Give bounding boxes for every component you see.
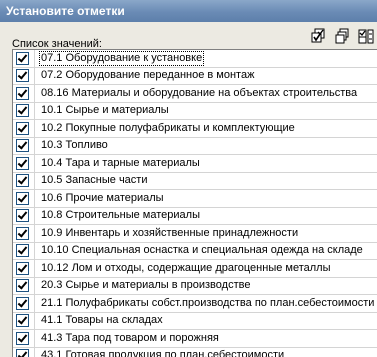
check-all-button[interactable] — [309, 27, 327, 45]
item-checkbox[interactable] — [16, 226, 29, 240]
list-item[interactable]: 07.2 Оборудование переданное в монтаж — [13, 67, 377, 85]
item-label: 10.6 Прочие материалы — [41, 191, 164, 204]
item-checkbox[interactable] — [16, 296, 29, 310]
item-checkbox[interactable] — [16, 244, 29, 258]
item-checkbox[interactable] — [16, 314, 29, 328]
column-divider — [34, 85, 35, 102]
uncheck-all-button[interactable] — [333, 27, 351, 45]
list-item[interactable]: 10.12 Лом и отходы, содержащие драгоценн… — [13, 260, 377, 278]
list-item[interactable]: 07.1 Оборудование к установке — [13, 50, 377, 68]
list-item[interactable]: 41.1 Товары на складах — [13, 312, 377, 330]
list-item[interactable]: 08.16 Материалы и оборудование на объект… — [13, 85, 377, 103]
item-checkbox[interactable] — [16, 191, 29, 205]
item-label: 10.4 Тара и тарные материалы — [41, 156, 200, 169]
invert-selection-icon — [358, 29, 374, 44]
item-label: 07.1 Оборудование к установке — [39, 50, 205, 66]
list-item[interactable]: 43.1 Готовая продукция по план.себестоим… — [13, 347, 377, 357]
column-divider — [34, 295, 35, 312]
item-label: 10.3 Топливо — [41, 139, 108, 152]
item-label: 10.2 Покупные полуфабрикаты и комплектую… — [41, 121, 295, 134]
list-item[interactable]: 10.9 Инвентарь и хозяйственные принадлеж… — [13, 225, 377, 243]
column-divider — [34, 312, 35, 329]
column-divider — [34, 50, 35, 67]
column-divider — [34, 190, 35, 207]
item-label: 10.8 Строительные материалы — [41, 209, 200, 222]
item-label: 21.1 Полуфабрикаты собст.производства по… — [41, 296, 375, 309]
list-item[interactable]: 21.1 Полуфабрикаты собст.производства по… — [13, 295, 377, 313]
list-item[interactable]: 10.3 Топливо — [13, 137, 377, 155]
item-label: 41.3 Тара под товаром и порожняя — [41, 331, 219, 344]
list-item[interactable]: 10.10 Специальная оснастка и специальная… — [13, 242, 377, 260]
item-label: 20.3 Сырье и материалы в производстве — [41, 279, 251, 292]
list-item[interactable]: 10.8 Строительные материалы — [13, 207, 377, 225]
values-list: 07.1 Оборудование к установке 07.2 Оборуд… — [12, 49, 377, 357]
column-divider — [34, 155, 35, 172]
item-checkbox[interactable] — [16, 51, 29, 65]
column-divider — [34, 260, 35, 277]
item-checkbox[interactable] — [16, 261, 29, 275]
column-divider — [34, 102, 35, 119]
item-label: 10.10 Специальная оснастка и специальная… — [41, 244, 363, 257]
window-title: Установите отметки — [0, 0, 377, 22]
item-checkbox[interactable] — [16, 209, 29, 223]
item-checkbox[interactable] — [16, 121, 29, 135]
list-item[interactable]: 10.6 Прочие материалы — [13, 190, 377, 208]
column-divider — [34, 172, 35, 189]
item-label: 10.5 Запасные части — [41, 174, 148, 187]
item-label: 41.1 Товары на складах — [41, 314, 163, 327]
item-checkbox[interactable] — [16, 69, 29, 83]
item-checkbox[interactable] — [16, 156, 29, 170]
column-divider — [34, 120, 35, 137]
item-checkbox[interactable] — [16, 139, 29, 153]
item-label: 08.16 Материалы и оборудование на объект… — [41, 86, 358, 99]
column-divider — [34, 67, 35, 84]
item-label: 10.12 Лом и отходы, содержащие драгоценн… — [41, 261, 331, 274]
item-label: 10.9 Инвентарь и хозяйственные принадлеж… — [41, 226, 299, 239]
list-item[interactable]: 10.4 Тара и тарные материалы — [13, 155, 377, 173]
item-checkbox[interactable] — [16, 349, 29, 357]
check-all-icon — [311, 28, 325, 43]
item-label: 07.2 Оборудование переданное в монтаж — [41, 69, 255, 82]
invert-selection-button[interactable] — [357, 27, 375, 45]
column-divider — [34, 242, 35, 259]
item-checkbox[interactable] — [16, 86, 29, 100]
item-checkbox[interactable] — [16, 104, 29, 118]
list-toolbar — [309, 26, 375, 46]
list-item[interactable]: 10.5 Запасные части — [13, 172, 377, 190]
list-item[interactable]: 41.3 Тара под товаром и порожняя — [13, 330, 377, 348]
uncheck-all-icon — [335, 28, 349, 44]
item-checkbox[interactable] — [16, 174, 29, 188]
item-label: 10.1 Сырье и материалы — [41, 104, 169, 117]
column-divider — [34, 207, 35, 224]
column-divider — [34, 347, 35, 357]
column-divider — [34, 225, 35, 242]
column-divider — [34, 277, 35, 294]
list-item[interactable]: 20.3 Сырье и материалы в производстве — [13, 277, 377, 295]
list-item[interactable]: 10.2 Покупные полуфабрикаты и комплектую… — [13, 120, 377, 138]
list-item[interactable]: 10.1 Сырье и материалы — [13, 102, 377, 120]
item-checkbox[interactable] — [16, 279, 29, 293]
column-divider — [34, 330, 35, 347]
column-divider — [34, 137, 35, 154]
item-label: 43.1 Готовая продукция по план.себестоим… — [41, 349, 285, 357]
item-checkbox[interactable] — [16, 331, 29, 345]
